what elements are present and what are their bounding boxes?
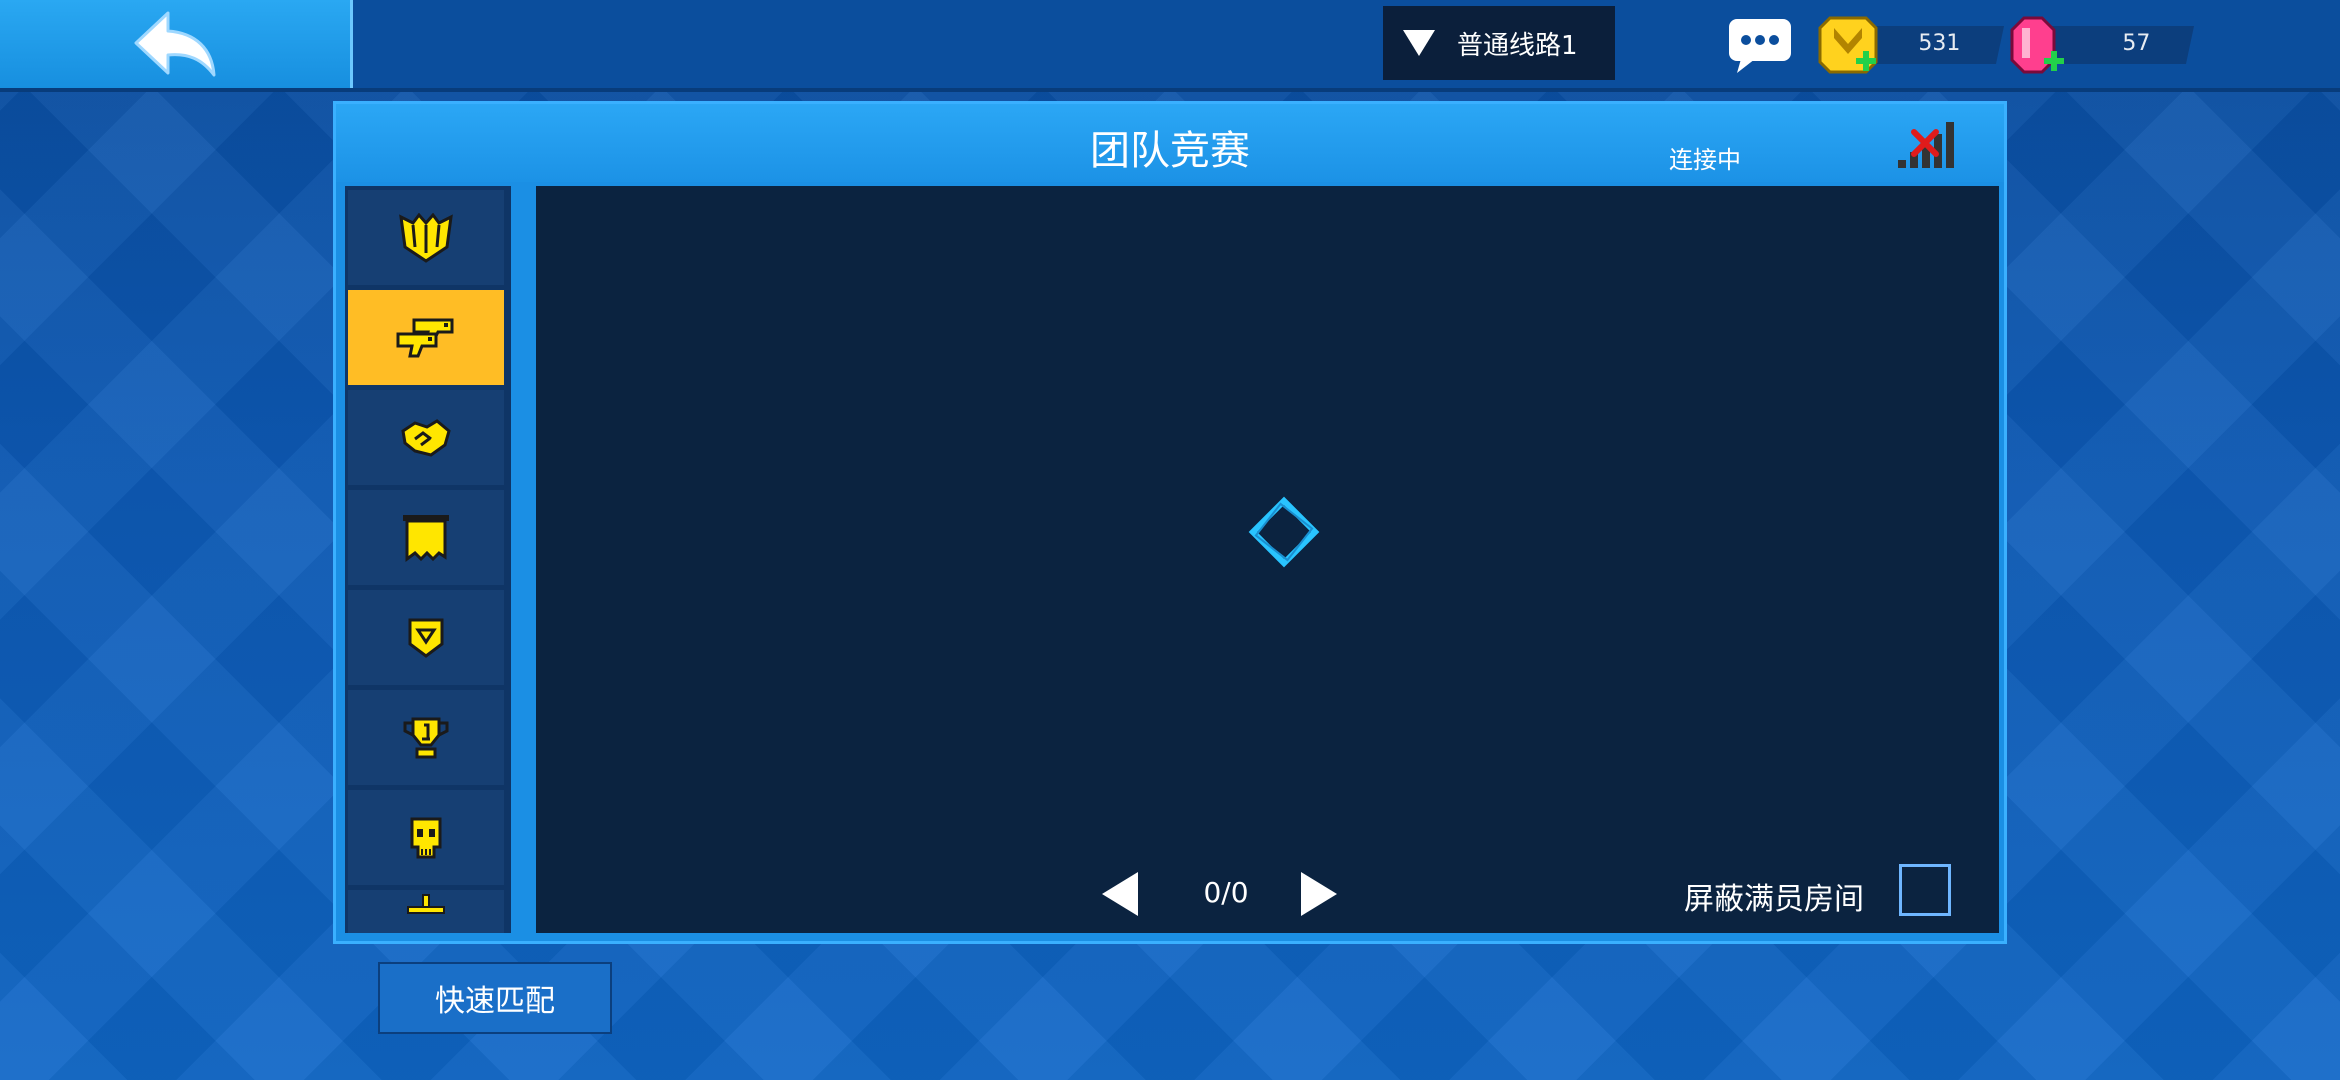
mode-item[interactable]	[348, 290, 504, 385]
chat-button[interactable]	[1727, 17, 1793, 75]
mode-item[interactable]	[348, 390, 504, 485]
panel-title: 团队竞赛	[1090, 128, 1250, 174]
trophy-icon	[403, 717, 449, 758]
mode-item[interactable]	[348, 190, 504, 285]
mode-sidebar	[345, 186, 511, 933]
next-page-button[interactable]	[1301, 872, 1337, 916]
back-arrow-icon	[134, 11, 216, 77]
prev-page-button[interactable]	[1102, 872, 1138, 916]
dual-pistols-icon	[396, 318, 454, 357]
handshake-icon	[401, 418, 451, 457]
mode-item[interactable]	[348, 690, 504, 785]
back-button[interactable]	[0, 0, 353, 88]
page-indicator: 0/0	[1203, 876, 1249, 909]
skull-icon	[410, 817, 442, 858]
mode-item[interactable]	[348, 890, 504, 933]
loading-spinner-icon	[1248, 496, 1320, 568]
connection-status: 连接中	[1669, 146, 1741, 174]
sword-icon	[407, 893, 445, 914]
no-signal-icon	[1898, 122, 1954, 168]
quick-match-button[interactable]: 快速匹配	[378, 962, 612, 1034]
team-battle-panel: 团队竞赛 连接中 0/0 屏蔽满员房间	[333, 101, 2007, 944]
coins-value: 531	[1918, 31, 1961, 56]
mode-item[interactable]	[348, 790, 504, 885]
coin-add-icon[interactable]	[1816, 14, 1880, 78]
room-list-area: 0/0 屏蔽满员房间	[536, 186, 1999, 933]
chat-bubble-icon	[1729, 19, 1791, 73]
gems-value: 57	[2122, 31, 2151, 56]
mode-item[interactable]	[348, 590, 504, 685]
shield-badge-icon	[408, 618, 444, 658]
panel-header: 团队竞赛 连接中	[336, 104, 2004, 182]
hide-full-rooms-checkbox[interactable]	[1899, 864, 1951, 916]
hide-full-rooms-label: 屏蔽满员房间	[1684, 882, 1864, 917]
banner-flag-icon	[403, 514, 449, 562]
top-bar: 普通线路1 531 57	[0, 0, 2340, 92]
dropdown-triangle-icon	[1403, 30, 1435, 56]
crown-trident-icon	[399, 212, 453, 263]
server-dropdown[interactable]: 普通线路1	[1383, 6, 1615, 80]
mode-item[interactable]	[348, 490, 504, 585]
server-label: 普通线路1	[1457, 30, 1578, 61]
gem-add-icon[interactable]	[2004, 14, 2068, 78]
